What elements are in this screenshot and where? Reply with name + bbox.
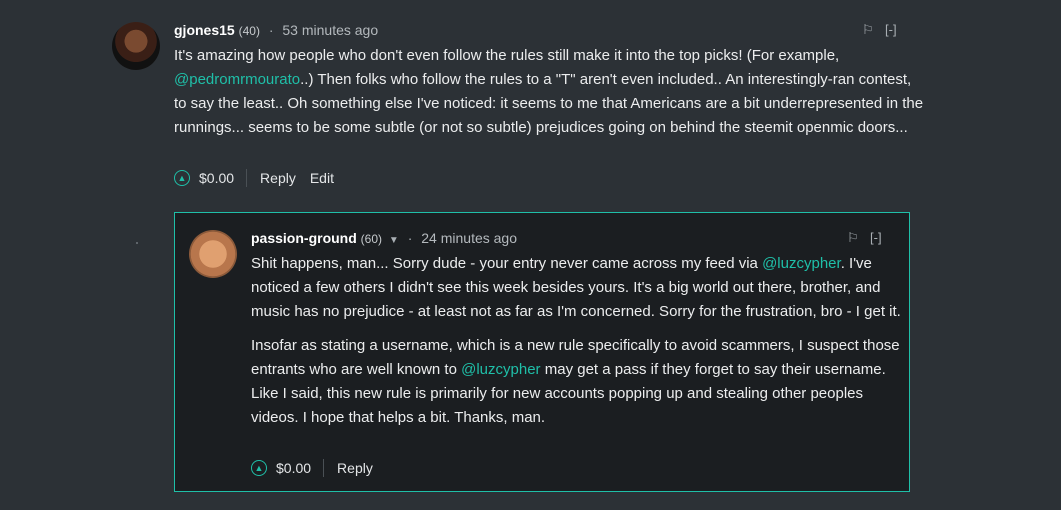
- author-link[interactable]: passion-ground: [251, 230, 357, 246]
- reputation-score: (60): [360, 232, 383, 246]
- mention-link[interactable]: @pedromrmourato: [174, 71, 300, 88]
- mention-link[interactable]: @luzcypher: [762, 255, 841, 272]
- flag-icon[interactable]: ⚐: [847, 230, 859, 246]
- comment-header: gjones15 (40) · 53 minutes ago: [174, 22, 378, 38]
- upvote-icon[interactable]: ▲: [251, 460, 267, 476]
- comment-body: Shit happens, man... Sorry dude - your e…: [251, 255, 901, 426]
- comment-body: It's amazing how people who don't even f…: [174, 47, 924, 136]
- mention-link[interactable]: @luzcypher: [461, 361, 540, 378]
- author-link[interactable]: gjones15: [174, 22, 235, 38]
- collapse-toggle[interactable]: [-]: [885, 22, 897, 37]
- collapse-toggle[interactable]: [-]: [870, 230, 882, 245]
- avatar[interactable]: [112, 22, 160, 70]
- timestamp[interactable]: 53 minutes ago: [282, 22, 378, 38]
- comment-header: passion-ground (60) ▼ · 24 minutes ago: [251, 230, 517, 246]
- payout-value[interactable]: $0.00: [276, 460, 311, 476]
- avatar[interactable]: [189, 230, 237, 278]
- comment-footer: ▲ $0.00 Reply: [251, 458, 387, 478]
- comment-thread: gjones15 (40) · 53 minutes ago ⚐ [-] It'…: [0, 0, 1061, 510]
- edit-button[interactable]: Edit: [310, 170, 334, 186]
- divider: [246, 169, 248, 187]
- timestamp[interactable]: 24 minutes ago: [421, 230, 517, 246]
- flag-icon[interactable]: ⚐: [862, 22, 874, 38]
- separator: ·: [268, 22, 274, 38]
- divider: [323, 459, 325, 477]
- payout-value[interactable]: $0.00: [199, 170, 234, 186]
- separator: ·: [407, 230, 413, 246]
- reply-button[interactable]: Reply: [337, 460, 373, 476]
- chevron-down-icon[interactable]: ▼: [389, 235, 399, 246]
- decorative-dot: [136, 242, 138, 244]
- comment-footer: ▲ $0.00 Reply Edit: [174, 168, 348, 188]
- upvote-icon[interactable]: ▲: [174, 170, 190, 186]
- reputation-score: (40): [238, 24, 260, 38]
- reply-button[interactable]: Reply: [260, 170, 296, 186]
